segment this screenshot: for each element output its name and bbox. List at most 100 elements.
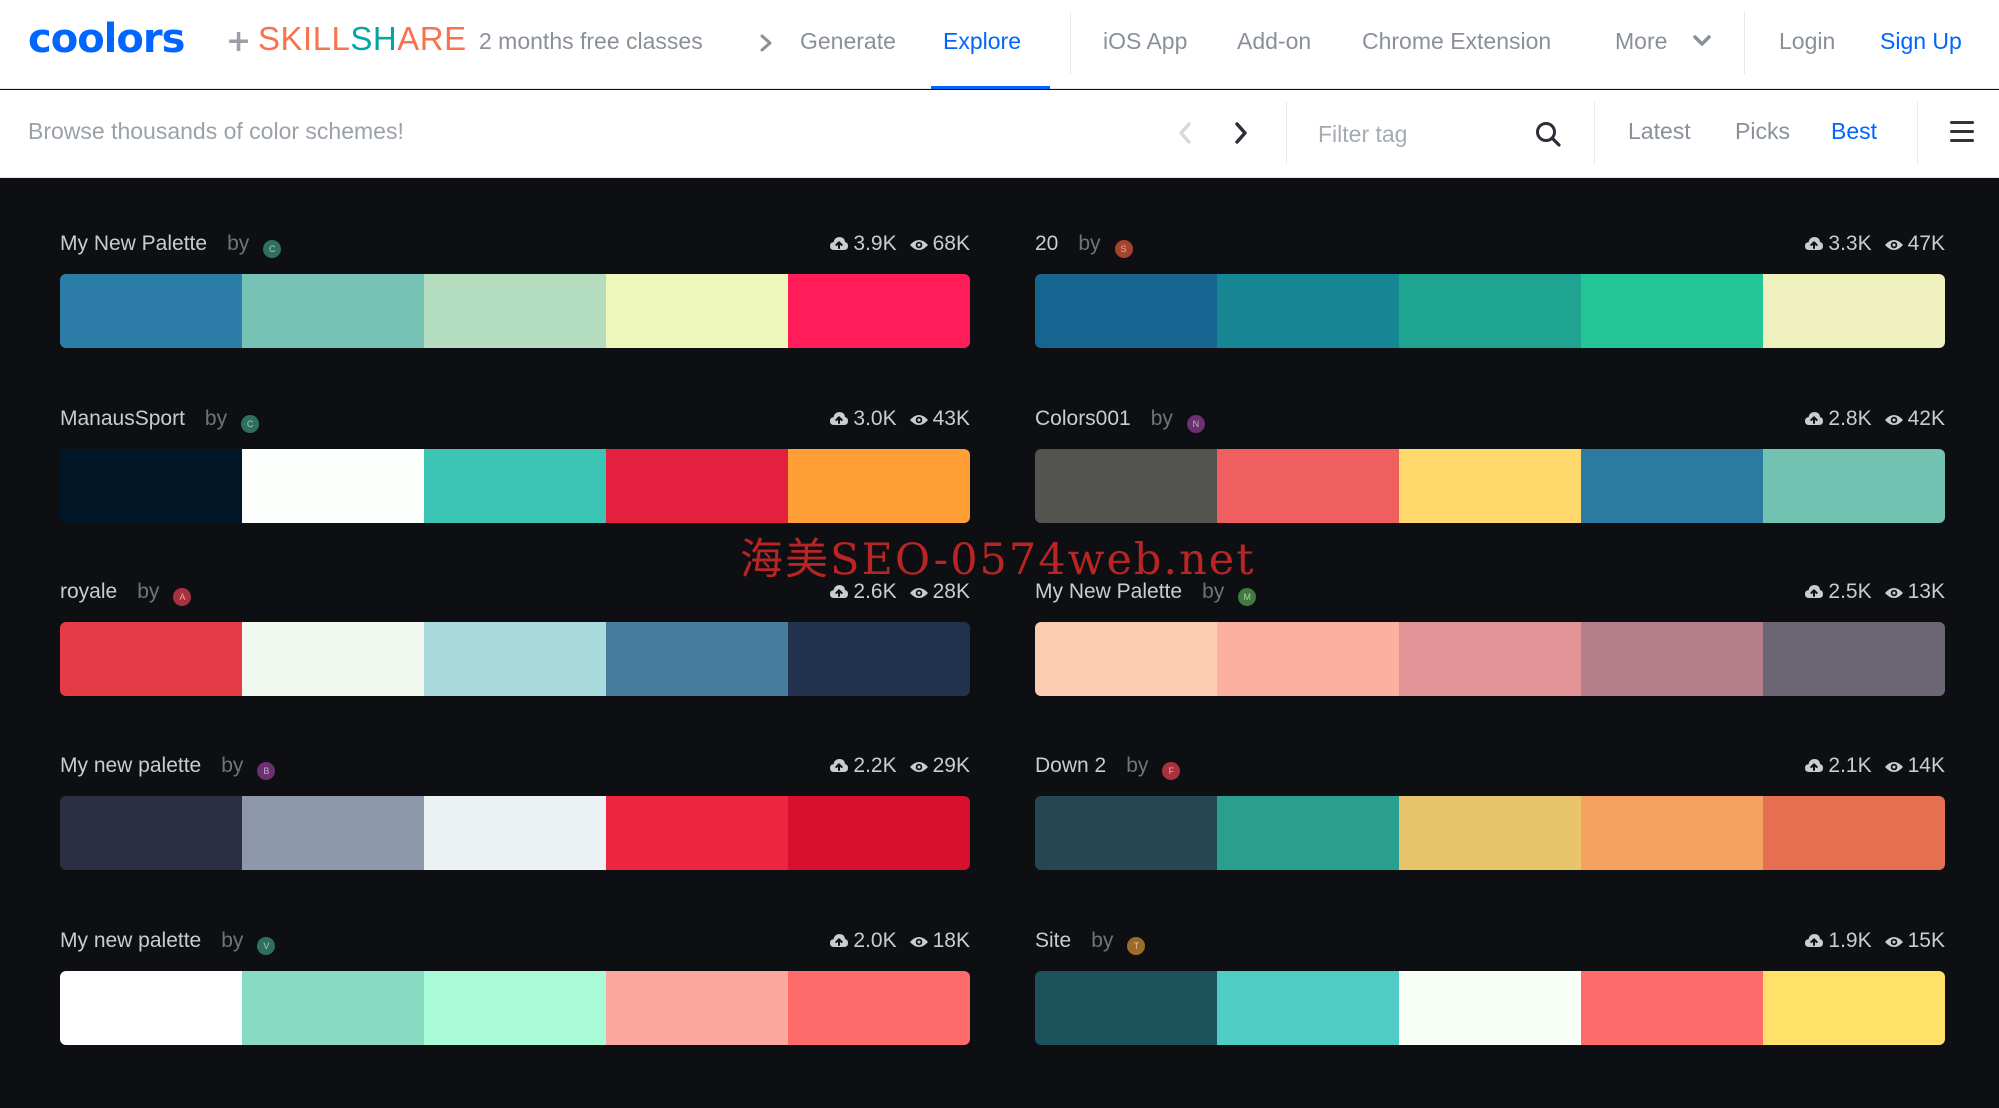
palette-swatches[interactable] bbox=[1035, 274, 1945, 348]
author-avatar[interactable]: V bbox=[257, 937, 276, 955]
color-swatch[interactable] bbox=[1763, 622, 1945, 696]
nav-chrome-extension[interactable]: Chrome Extension bbox=[1362, 28, 1551, 55]
color-swatch[interactable] bbox=[1035, 796, 1217, 870]
palette-card[interactable]: Colors001 by N 2.8K 42K bbox=[1035, 405, 1945, 545]
color-swatch[interactable] bbox=[1581, 449, 1763, 523]
color-swatch[interactable] bbox=[1217, 971, 1399, 1045]
palette-swatches[interactable] bbox=[1035, 796, 1945, 870]
color-swatch[interactable] bbox=[424, 796, 606, 870]
palette-card[interactable]: Site by T 1.9K 15K bbox=[1035, 927, 1945, 1067]
color-swatch[interactable] bbox=[606, 622, 788, 696]
palette-swatches[interactable] bbox=[1035, 622, 1945, 696]
color-swatch[interactable] bbox=[1399, 274, 1581, 348]
color-swatch[interactable] bbox=[1035, 274, 1217, 348]
color-swatch[interactable] bbox=[242, 274, 424, 348]
promo-link[interactable]: 2 months free classes bbox=[479, 28, 703, 55]
color-swatch[interactable] bbox=[60, 449, 242, 523]
author-avatar[interactable]: B bbox=[257, 762, 276, 780]
palette-name[interactable]: Down 2 bbox=[1035, 754, 1106, 777]
chevron-down-icon[interactable] bbox=[1692, 31, 1712, 51]
author-avatar[interactable]: N bbox=[1186, 415, 1205, 433]
palette-name[interactable]: royale bbox=[60, 580, 117, 603]
author-avatar[interactable]: A bbox=[173, 588, 192, 606]
color-swatch[interactable] bbox=[606, 796, 788, 870]
palette-card[interactable]: 20 by S 3.3K 47K bbox=[1035, 230, 1945, 370]
nav-more[interactable]: More bbox=[1615, 28, 1667, 55]
color-swatch[interactable] bbox=[60, 796, 242, 870]
filter-tag-input[interactable] bbox=[1318, 116, 1528, 152]
palette-swatches[interactable] bbox=[60, 971, 970, 1045]
color-swatch[interactable] bbox=[1217, 449, 1399, 523]
palette-title[interactable]: My New Palette by M bbox=[1035, 580, 1257, 606]
color-swatch[interactable] bbox=[242, 622, 424, 696]
color-swatch[interactable] bbox=[1763, 274, 1945, 348]
color-swatch[interactable] bbox=[1399, 622, 1581, 696]
color-swatch[interactable] bbox=[424, 622, 606, 696]
palette-title[interactable]: royale by A bbox=[60, 580, 192, 606]
color-swatch[interactable] bbox=[60, 274, 242, 348]
color-swatch[interactable] bbox=[1763, 796, 1945, 870]
color-swatch[interactable] bbox=[1035, 449, 1217, 523]
color-swatch[interactable] bbox=[242, 796, 424, 870]
palette-title[interactable]: Colors001 by N bbox=[1035, 407, 1205, 433]
color-swatch[interactable] bbox=[1581, 971, 1763, 1045]
palette-swatches[interactable] bbox=[60, 449, 970, 523]
palette-name[interactable]: My new palette bbox=[60, 754, 201, 777]
color-swatch[interactable] bbox=[242, 449, 424, 523]
palette-title[interactable]: Down 2 by F bbox=[1035, 754, 1181, 780]
color-swatch[interactable] bbox=[1217, 274, 1399, 348]
palette-swatches[interactable] bbox=[60, 274, 970, 348]
palette-card[interactable]: My New Palette by C 3.9K 68K bbox=[60, 230, 970, 370]
color-swatch[interactable] bbox=[788, 622, 970, 696]
signup-link[interactable]: Sign Up bbox=[1880, 28, 1962, 55]
nav-explore[interactable]: Explore bbox=[943, 28, 1021, 55]
palette-swatches[interactable] bbox=[1035, 971, 1945, 1045]
color-swatch[interactable] bbox=[1399, 449, 1581, 523]
search-icon[interactable] bbox=[1534, 120, 1562, 148]
palette-name[interactable]: My New Palette bbox=[60, 232, 207, 255]
nav-addon[interactable]: Add-on bbox=[1237, 28, 1311, 55]
color-swatch[interactable] bbox=[1763, 449, 1945, 523]
author-avatar[interactable]: T bbox=[1127, 937, 1146, 955]
color-swatch[interactable] bbox=[606, 971, 788, 1045]
palette-card[interactable]: ManausSport by C 3.0K 43K bbox=[60, 405, 970, 545]
color-swatch[interactable] bbox=[788, 796, 970, 870]
author-avatar[interactable]: S bbox=[1114, 240, 1133, 258]
nav-ios-app[interactable]: iOS App bbox=[1103, 28, 1187, 55]
prev-page-icon[interactable] bbox=[1172, 118, 1198, 148]
palette-title[interactable]: Site by T bbox=[1035, 929, 1146, 955]
color-swatch[interactable] bbox=[1763, 971, 1945, 1045]
author-avatar[interactable]: C bbox=[263, 240, 282, 258]
palette-card[interactable]: My new palette by V 2.0K 18K bbox=[60, 927, 970, 1067]
color-swatch[interactable] bbox=[1399, 971, 1581, 1045]
hamburger-menu-icon[interactable] bbox=[1950, 121, 1976, 145]
palette-card[interactable]: My new palette by B 2.2K 29K bbox=[60, 752, 970, 892]
palette-card[interactable]: Down 2 by F 2.1K 14K bbox=[1035, 752, 1945, 892]
sort-best[interactable]: Best bbox=[1831, 118, 1877, 145]
author-avatar[interactable]: M bbox=[1238, 588, 1257, 606]
palette-name[interactable]: ManausSport bbox=[60, 407, 185, 430]
palette-title[interactable]: 20 by S bbox=[1035, 232, 1133, 258]
palette-card[interactable]: royale by A 2.6K 28K bbox=[60, 578, 970, 718]
palette-swatches[interactable] bbox=[1035, 449, 1945, 523]
sort-latest[interactable]: Latest bbox=[1628, 118, 1691, 145]
palette-title[interactable]: My new palette by B bbox=[60, 754, 276, 780]
color-swatch[interactable] bbox=[242, 971, 424, 1045]
color-swatch[interactable] bbox=[60, 971, 242, 1045]
palette-title[interactable]: ManausSport by C bbox=[60, 407, 260, 433]
palette-swatches[interactable] bbox=[60, 796, 970, 870]
color-swatch[interactable] bbox=[1581, 274, 1763, 348]
nav-generate[interactable]: Generate bbox=[800, 28, 896, 55]
color-swatch[interactable] bbox=[1217, 796, 1399, 870]
palette-name[interactable]: 20 bbox=[1035, 232, 1058, 255]
palette-card[interactable]: My New Palette by M 2.5K 13K bbox=[1035, 578, 1945, 718]
color-swatch[interactable] bbox=[424, 449, 606, 523]
color-swatch[interactable] bbox=[1035, 971, 1217, 1045]
coolors-logo[interactable]: coolors bbox=[28, 16, 185, 62]
color-swatch[interactable] bbox=[424, 971, 606, 1045]
login-link[interactable]: Login bbox=[1779, 28, 1835, 55]
author-avatar[interactable]: C bbox=[241, 415, 260, 433]
skillshare-logo[interactable]: SKILLSHARE bbox=[258, 20, 467, 58]
palette-name[interactable]: Colors001 bbox=[1035, 407, 1131, 430]
color-swatch[interactable] bbox=[1035, 622, 1217, 696]
